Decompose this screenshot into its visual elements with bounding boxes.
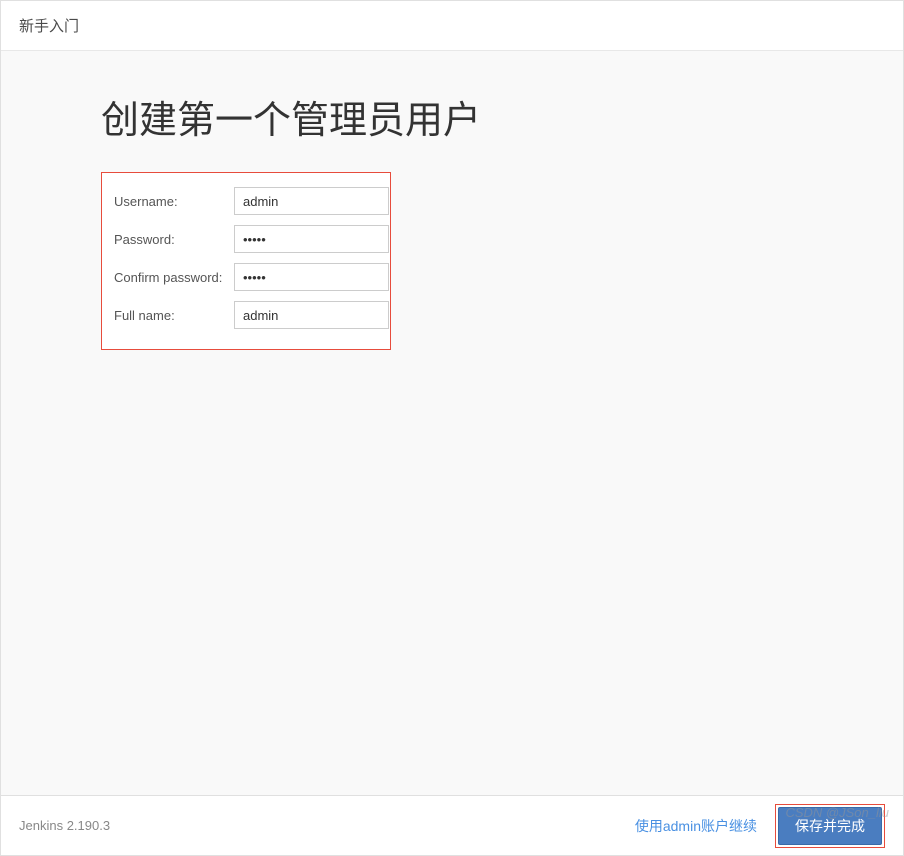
username-label: Username:: [114, 194, 234, 209]
footer: Jenkins 2.190.3 使用admin账户继续 保存并完成: [1, 795, 903, 855]
username-input[interactable]: [234, 187, 389, 215]
footer-actions: 使用admin账户继续 保存并完成: [635, 804, 885, 848]
save-and-finish-button[interactable]: 保存并完成: [778, 807, 882, 845]
page-title: 创建第一个管理员用户: [101, 89, 903, 144]
fullname-label: Full name:: [114, 308, 234, 323]
wizard-container: 新手入门 创建第一个管理员用户 Username: Password: Conf…: [0, 0, 904, 856]
version-text: Jenkins 2.190.3: [19, 818, 110, 833]
confirm-password-label: Confirm password:: [114, 270, 234, 285]
password-row: Password:: [114, 225, 376, 253]
confirm-password-input[interactable]: [234, 263, 389, 291]
username-row: Username:: [114, 187, 376, 215]
admin-user-form: Username: Password: Confirm password: Fu…: [101, 172, 391, 350]
header-title: 新手入门: [19, 15, 79, 36]
password-input[interactable]: [234, 225, 389, 253]
fullname-row: Full name:: [114, 301, 376, 329]
main-content: 创建第一个管理员用户 Username: Password: Confirm p…: [1, 51, 903, 795]
fullname-input[interactable]: [234, 301, 389, 329]
header: 新手入门: [1, 1, 903, 51]
confirm-password-row: Confirm password:: [114, 263, 376, 291]
password-label: Password:: [114, 232, 234, 247]
save-button-highlight: 保存并完成: [775, 804, 885, 848]
continue-as-admin-link[interactable]: 使用admin账户继续: [635, 816, 757, 836]
